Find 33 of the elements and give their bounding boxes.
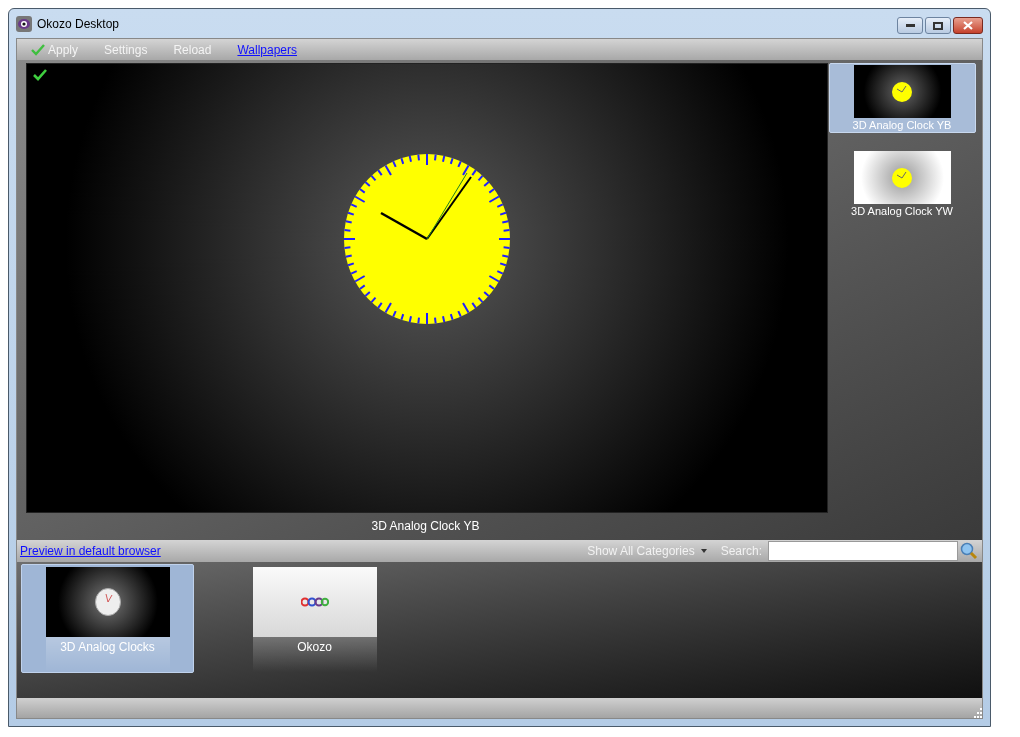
category-item[interactable]: 3D Analog Clocks <box>21 564 194 673</box>
logo-icon <box>300 597 329 607</box>
category-label: Okozo <box>297 639 332 656</box>
category-label: 3D Analog Clocks <box>60 639 155 656</box>
check-icon <box>31 43 45 56</box>
clock-icon <box>94 588 121 616</box>
app-logo-icon <box>16 15 32 32</box>
search-button[interactable] <box>958 541 980 561</box>
search-label: Search: <box>720 543 762 560</box>
category-item[interactable]: Okozo <box>228 564 401 673</box>
preview-caption: 3D Analog Clock YB <box>370 518 481 535</box>
wallpaper-label: 3D Analog Clock YW <box>851 204 953 218</box>
caret-icon <box>700 549 707 553</box>
clock-icon <box>892 81 912 102</box>
wallpapers-link[interactable]: Wallpapers <box>237 40 297 59</box>
resize-grip-icon <box>972 708 982 718</box>
maximize-button[interactable] <box>925 17 951 34</box>
search-field[interactable] <box>768 541 958 561</box>
preview-in-browser-link[interactable]: Preview in default browser <box>20 542 161 560</box>
apply-button[interactable]: Apply <box>31 40 79 59</box>
close-button[interactable] <box>953 17 983 34</box>
close-icon <box>963 21 973 30</box>
toolbar-button[interactable]: Settings <box>104 40 148 59</box>
wallpaper-item[interactable]: 3D Analog Clock YW <box>828 149 976 219</box>
window-title: Okozo Desktop <box>37 15 120 33</box>
search-icon <box>960 542 978 560</box>
minimize-icon <box>905 24 915 27</box>
toolbar-button[interactable]: Reload <box>173 40 212 59</box>
minimize-button[interactable] <box>897 17 923 34</box>
clock-icon <box>892 167 912 188</box>
wallpaper-item[interactable]: 3D Analog Clock YB <box>828 63 976 133</box>
maximize-icon <box>933 21 943 30</box>
wallpaper-label: 3D Analog Clock YB <box>852 118 952 132</box>
